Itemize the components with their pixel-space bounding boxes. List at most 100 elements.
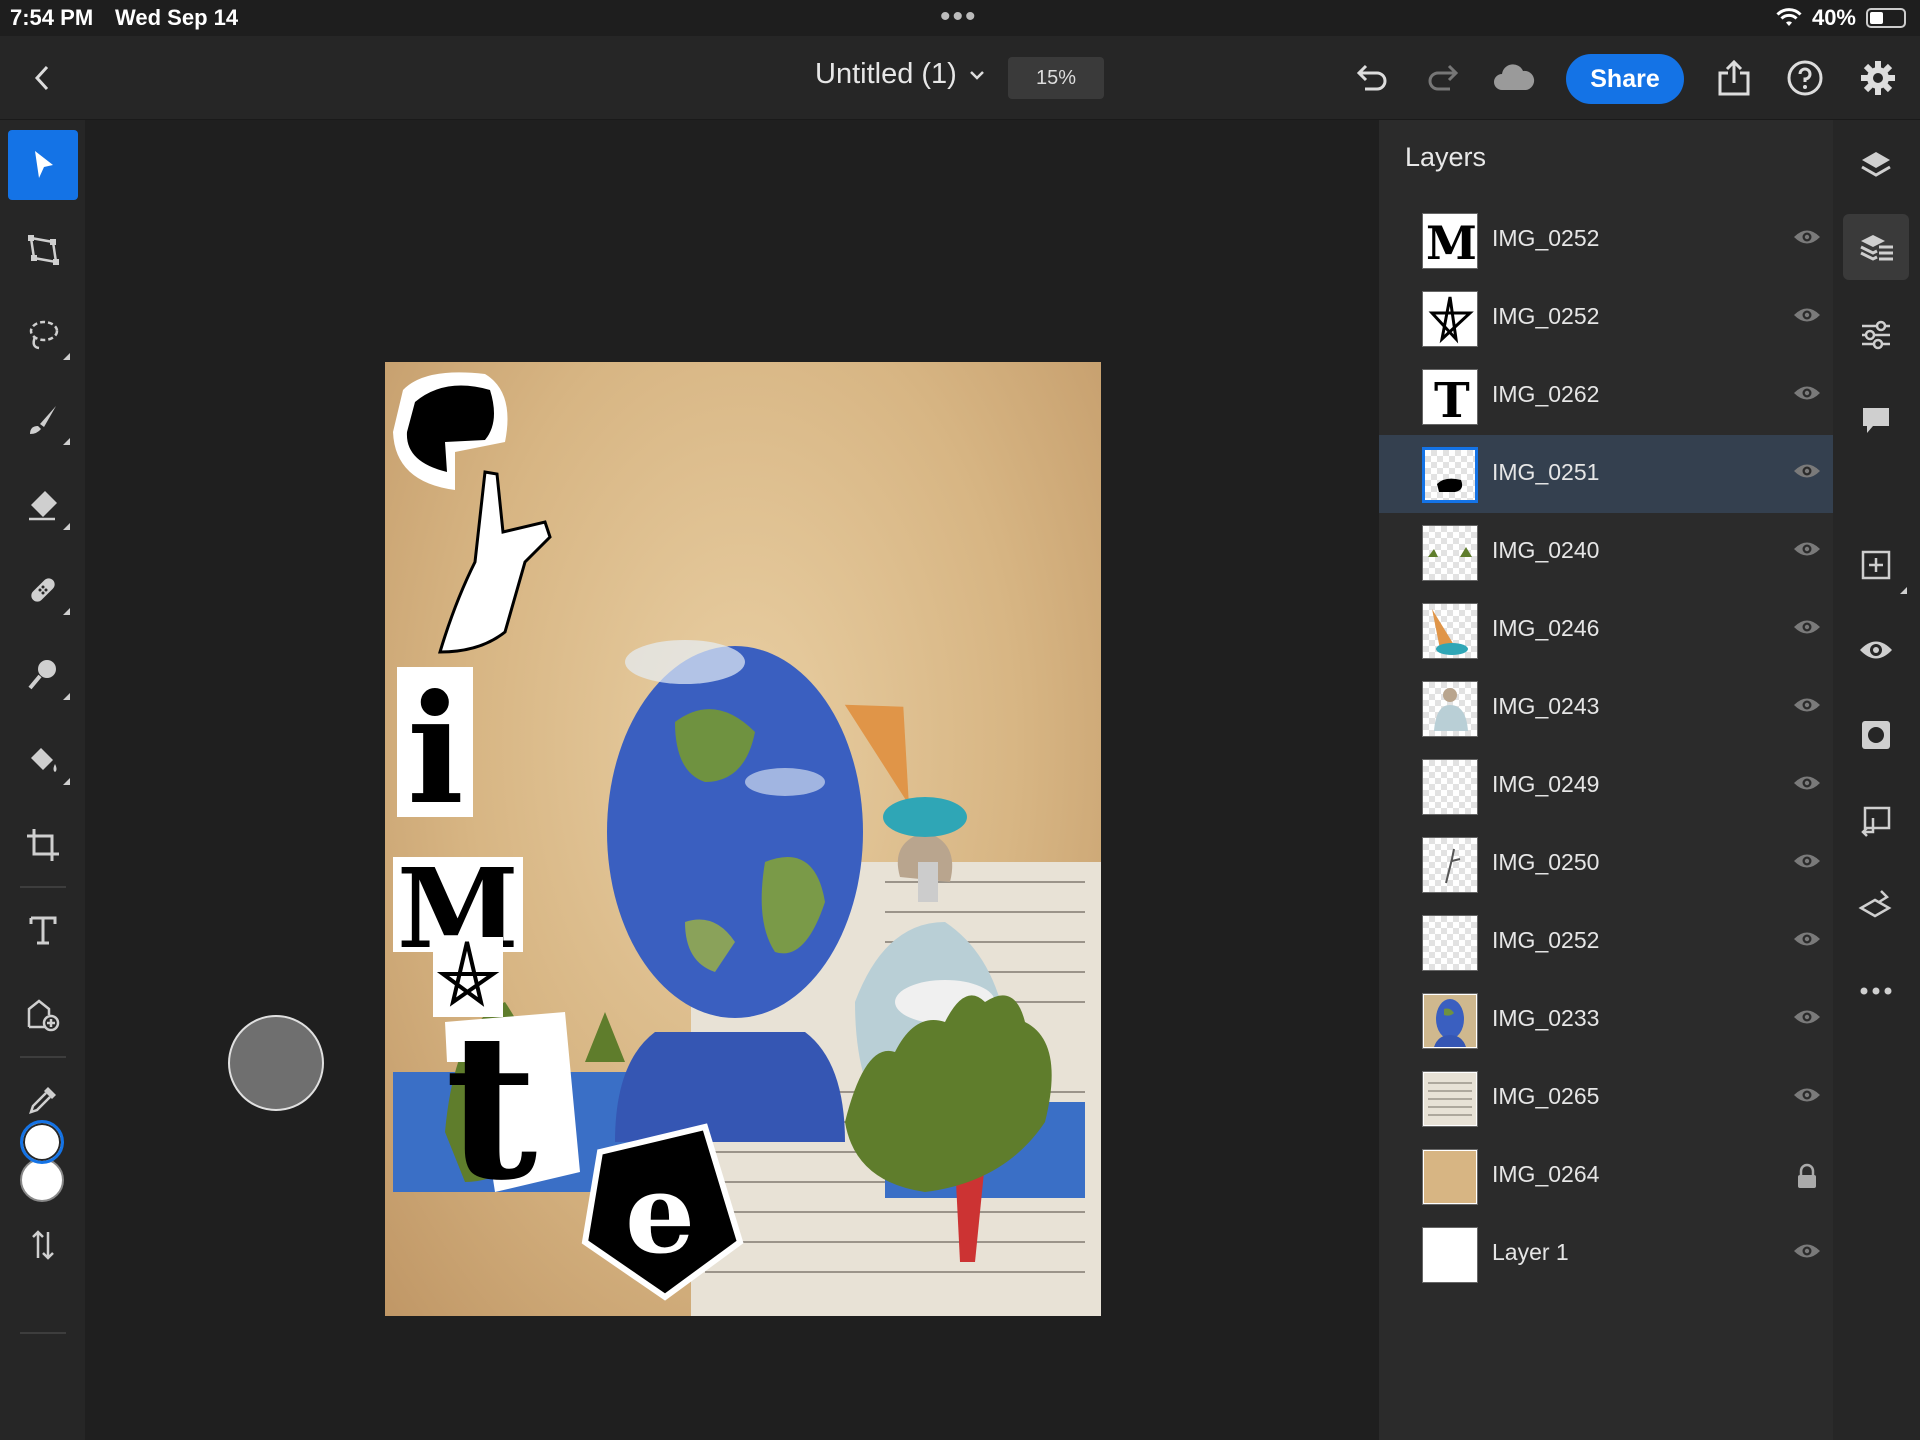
toolbar-divider [20, 1056, 66, 1058]
clipping-mask-button[interactable] [1843, 788, 1909, 854]
layer-name: IMG_0252 [1492, 303, 1600, 329]
layer-visibility-eye-icon[interactable] [1793, 773, 1821, 797]
settings-button[interactable] [1854, 54, 1902, 102]
gear-icon [1861, 61, 1895, 95]
layer-thumbnail [1422, 993, 1478, 1049]
adjustments-toggle[interactable] [1843, 302, 1909, 368]
pointing-hand-sketch [437, 470, 552, 654]
layer-row[interactable]: IMG_0252 [1379, 903, 1833, 981]
share-button[interactable]: Share [1566, 54, 1684, 104]
document-title-button[interactable]: Untitled (1) [815, 58, 985, 91]
foreground-color-swatch[interactable] [20, 1120, 64, 1164]
layer-name: IMG_0240 [1492, 537, 1600, 563]
redo-button[interactable] [1420, 54, 1468, 102]
help-button[interactable] [1781, 54, 1829, 102]
svg-text:t: t [445, 990, 537, 1225]
crop-icon [27, 829, 59, 861]
layer-lock-icon[interactable] [1793, 1163, 1821, 1188]
layer-name: IMG_0252 [1492, 225, 1600, 251]
multitasking-dots-icon[interactable]: ••• [940, 0, 978, 34]
undo-icon [1356, 64, 1387, 91]
layer-properties-toggle[interactable] [1843, 214, 1909, 280]
layer-visibility-eye-icon[interactable] [1793, 617, 1821, 641]
merge-icon [1858, 890, 1892, 918]
crop-tool[interactable] [8, 810, 78, 880]
type-t-icon [29, 916, 57, 945]
layer-row[interactable]: IMG_0233 [1379, 981, 1833, 1059]
select-tool[interactable] [8, 130, 78, 200]
brush-tool[interactable] [8, 385, 78, 455]
layer-row[interactable]: IMG_0240 [1379, 513, 1833, 591]
touch-shortcut-button[interactable] [228, 1015, 324, 1111]
layer-visibility-eye-icon[interactable] [1793, 1007, 1821, 1031]
layer-row[interactable]: IMG_0265 [1379, 1059, 1833, 1137]
swap-colors-button[interactable] [8, 1210, 78, 1280]
layer-thumbnail [1422, 1071, 1478, 1127]
layer-visibility-eye-icon[interactable] [1793, 1241, 1821, 1265]
layer-row[interactable]: IMG_0252 [1379, 279, 1833, 357]
layer-name: Layer 1 [1492, 1239, 1569, 1265]
earth-head-figure [607, 640, 863, 1142]
letter-i-cutout: i [397, 662, 473, 838]
smudge-tool[interactable] [8, 640, 78, 710]
healing-tool[interactable] [8, 555, 78, 625]
layer-row[interactable]: IMG_0249 [1379, 747, 1833, 825]
status-time: 7:54 PM [10, 5, 94, 30]
layers-panel-toggle[interactable] [1843, 132, 1909, 198]
more-dots-icon [1860, 987, 1892, 995]
layer-visibility-eye-icon[interactable] [1793, 227, 1821, 251]
lasso-tool[interactable] [8, 300, 78, 370]
export-button[interactable] [1710, 54, 1758, 102]
brush-icon [30, 406, 56, 434]
layer-row[interactable]: IMG_0264 [1379, 1137, 1833, 1215]
layer-visibility-eye-icon[interactable] [1793, 539, 1821, 563]
layer-visibility-eye-icon[interactable] [1793, 695, 1821, 719]
layer-row[interactable]: IMG_0250 [1379, 825, 1833, 903]
add-layer-button[interactable] [1843, 532, 1909, 598]
layer-thumbnail [1422, 603, 1478, 659]
cloud-sync-button[interactable] [1490, 54, 1538, 102]
transform-tool[interactable] [8, 215, 78, 285]
layer-visibility-eye-icon[interactable] [1793, 851, 1821, 875]
back-button[interactable] [20, 56, 64, 100]
layer-row[interactable]: IMG_0246 [1379, 591, 1833, 669]
comment-icon [1863, 408, 1889, 433]
sliders-icon [1862, 320, 1890, 350]
more-options-button[interactable] [1843, 958, 1909, 1024]
layer-row[interactable]: IMG_0243 [1379, 669, 1833, 747]
layer-visibility-eye-icon[interactable] [1793, 1085, 1821, 1109]
layer-name: IMG_0251 [1492, 459, 1600, 485]
layer-row[interactable]: Layer 1 [1379, 1215, 1833, 1293]
layer-visibility-eye-icon[interactable] [1793, 929, 1821, 953]
place-image-tool[interactable] [8, 980, 78, 1050]
eraser-tool[interactable] [8, 470, 78, 540]
fill-tool[interactable] [8, 725, 78, 795]
battery-level [1870, 12, 1883, 24]
collage-artwork: i M t e [393, 372, 1101, 1316]
eyedropper-icon [29, 1087, 56, 1114]
layer-thumbnail [1422, 291, 1478, 347]
layer-details-icon [1860, 235, 1893, 261]
layer-visibility-eye-icon[interactable] [1793, 461, 1821, 485]
layer-visibility-button[interactable] [1843, 617, 1909, 683]
type-tool[interactable] [8, 895, 78, 965]
undo-button[interactable] [1347, 54, 1395, 102]
svg-text:i: i [407, 662, 464, 838]
cloud-icon [1494, 64, 1535, 90]
layer-row[interactable]: IMG_0251 [1379, 435, 1833, 513]
layer-row[interactable]: M IMG_0252 [1379, 201, 1833, 279]
layer-visibility-eye-icon[interactable] [1793, 383, 1821, 407]
background-color-swatch[interactable] [20, 1158, 64, 1202]
layer-thumbnail [1422, 915, 1478, 971]
layer-row[interactable]: T IMG_0262 [1379, 357, 1833, 435]
merge-layers-button[interactable] [1843, 872, 1909, 938]
comments-toggle[interactable] [1843, 388, 1909, 454]
eraser-icon [29, 491, 57, 521]
document-artboard[interactable]: i M t e [385, 362, 1101, 1316]
svg-text:e: e [625, 1149, 695, 1278]
layer-mask-button[interactable] [1843, 702, 1909, 768]
right-toolbar [1833, 120, 1920, 1440]
zoom-level-button[interactable]: 15% [1008, 57, 1104, 99]
layer-thumbnail: T [1422, 369, 1478, 425]
layer-visibility-eye-icon[interactable] [1793, 305, 1821, 329]
